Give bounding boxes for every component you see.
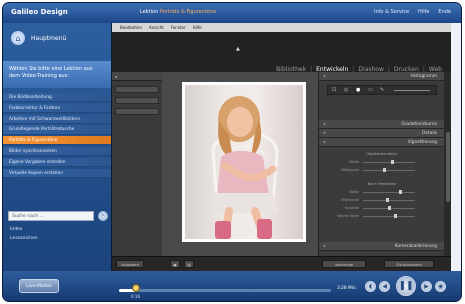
develop-right-panel: Histogramm ⊡ ◎ ● ▭ ✎ Gradationskurve Det…: [318, 72, 445, 256]
lr-menubar: Bearbeiten Ansicht Fenster Hilfe: [112, 23, 452, 32]
top-nav: Info & Service Hilfe Ende: [374, 9, 451, 15]
total-time: 3:28 Min.: [337, 286, 358, 291]
breadcrumb-current[interactable]: Porträts & Figurentöne: [160, 9, 216, 15]
collapse-arrow-icon[interactable]: ▲: [236, 46, 240, 52]
preset-row[interactable]: [115, 86, 159, 93]
tone-curve-header[interactable]: Gradationskurve: [319, 120, 445, 129]
lesson-item[interactable]: Virtuelle Kopien erstellen: [3, 168, 111, 178]
home-button[interactable]: ⌂ Hauptmenü: [11, 31, 66, 45]
lesson-item[interactable]: Arbeiten mit Schwarzweißbildern: [3, 114, 111, 124]
breadcrumb: Lektion Porträts & Figurentöne: [140, 9, 216, 15]
lesson-item[interactable]: Eigene Vorgaben erstellen: [3, 157, 111, 168]
sidebar: ⌂ Hauptmenü Wählen Sie bitte eine Lektio…: [3, 23, 111, 271]
current-time: 0:16: [131, 294, 140, 299]
lens-correction-label: Objektivkorrektur: [366, 152, 398, 156]
camera-calibration-header[interactable]: Kamerakalibrierung: [319, 242, 445, 251]
home-icon: ⌂: [11, 31, 25, 45]
lesson-item[interactable]: Die Bildbearbeitung: [3, 93, 111, 103]
rewind-icon[interactable]: ◀: [379, 281, 390, 292]
redeye-icon[interactable]: ●: [356, 87, 360, 93]
pause-icon[interactable]: ❚❚: [396, 276, 416, 296]
video-player-bar: Live-Modus 0:16 3:28 Min. ◖ ◀ ❚❚ ▶ ◉: [3, 271, 461, 301]
reset-button[interactable]: Zurücksetzen: [384, 260, 434, 268]
postcrop-midpoint-slider[interactable]: Mittelpunkt: [325, 198, 439, 203]
lesson-item-active[interactable]: Porträts & Figurentöne: [3, 136, 111, 146]
lesson-list: Die Bildbearbeitung Farbkorrektur & Farb…: [3, 93, 111, 179]
vignette-header[interactable]: Vignettierung: [319, 138, 445, 147]
timeline-track[interactable]: [119, 289, 331, 292]
adjustment-brush-icon[interactable]: ✎: [380, 87, 384, 93]
timeline-handle[interactable]: [131, 284, 140, 292]
tool-slider[interactable]: [394, 90, 430, 91]
vignette-amount-slider[interactable]: Stärke: [325, 160, 439, 165]
tool-strip: ⊡ ◎ ● ▭ ✎: [327, 85, 437, 95]
breadcrumb-prefix: Lektion: [140, 9, 159, 15]
preset-row[interactable]: [115, 97, 159, 104]
volume-icon[interactable]: ◖: [365, 281, 376, 292]
loupe-view-icon[interactable]: ▣: [170, 260, 180, 268]
previous-button[interactable]: Vorherige: [322, 260, 366, 268]
compare-view-icon[interactable]: ▥: [184, 260, 194, 268]
post-crop-label: Nach Freistellen: [367, 182, 397, 186]
vignette-midpoint-slider[interactable]: Mittelpunkt: [325, 168, 439, 173]
photo-frame: [182, 82, 306, 242]
lesson-prompt: Wählen Sie bitte eine Lektion aus dem Vi…: [3, 61, 111, 88]
slider-label: Mittelpunkt: [340, 168, 359, 172]
sidebar-links: Index Lesezeichen: [10, 225, 38, 243]
lesson-item[interactable]: Grundlegende Porträtretusche: [3, 125, 111, 135]
postcrop-roundness-slider[interactable]: Rundheit: [325, 206, 439, 211]
portrait-illustration: [211, 96, 279, 239]
postcrop-feather-slider[interactable]: Weiche Kante: [325, 214, 439, 219]
right-edge-strip: [451, 23, 461, 271]
presets-button[interactable]: Vorgaben: [116, 260, 144, 268]
lr-menu-window[interactable]: Fenster: [171, 25, 186, 30]
histogram-header[interactable]: Histogramm: [319, 72, 445, 81]
live-mode-button[interactable]: Live-Modus: [19, 279, 59, 293]
lr-menu-view[interactable]: Ansicht: [149, 25, 164, 30]
lr-left-panel: ◂: [112, 72, 162, 256]
index-link[interactable]: Index: [10, 225, 38, 234]
navigator-header[interactable]: ◂: [112, 72, 162, 81]
lesson-item[interactable]: Bilder synchronisieren: [3, 146, 111, 157]
title-bar: Galileo Design Lektion Porträts & Figure…: [3, 3, 461, 23]
video-viewport: Bearbeiten Ansicht Fenster Hilfe ▲ Bibli…: [111, 23, 452, 271]
graduated-filter-icon[interactable]: ▭: [368, 87, 373, 93]
slider-label: Stärke: [348, 160, 359, 164]
spot-removal-icon[interactable]: ◎: [344, 87, 348, 93]
lesson-item[interactable]: Farbkorrektur & Farbton: [3, 103, 111, 114]
postcrop-amount-slider[interactable]: Stärke: [325, 190, 439, 195]
slider-label: Mittelpunkt: [340, 198, 359, 202]
photo-canvas: [162, 72, 318, 256]
preset-row[interactable]: [115, 108, 159, 115]
lr-menu-help[interactable]: Hilfe: [193, 25, 202, 30]
app-logo: Galileo Design: [11, 8, 68, 16]
lr-toolbar: Vorgaben ▣ ▥ Vorherige Zurücksetzen: [112, 256, 452, 271]
nav-info-service[interactable]: Info & Service: [374, 9, 409, 15]
detail-header[interactable]: Details: [319, 129, 445, 138]
home-label: Hauptmenü: [31, 34, 67, 42]
slider-label: Rundheit: [344, 206, 359, 210]
app-window: Galileo Design Lektion Porträts & Figure…: [3, 3, 461, 301]
lr-menu-edit[interactable]: Bearbeiten: [120, 25, 142, 30]
bookmarks-link[interactable]: Lesezeichen: [10, 234, 38, 243]
crop-icon[interactable]: ⊡: [332, 87, 336, 93]
search-go-icon[interactable]: ›: [98, 211, 108, 221]
search-input[interactable]: Suche nach ...: [8, 211, 94, 221]
slider-label: Stärke: [348, 190, 359, 194]
forward-icon[interactable]: ▶: [421, 281, 432, 292]
portrait-photo: [185, 85, 303, 239]
lr-module-bar: ▲ Bibliothek | Entwickeln | Diashow | Dr…: [112, 32, 452, 73]
fullscreen-icon[interactable]: ◉: [435, 281, 446, 292]
slider-label: Weiche Kante: [337, 214, 359, 218]
nav-exit[interactable]: Ende: [438, 9, 451, 15]
nav-help[interactable]: Hilfe: [418, 9, 429, 15]
